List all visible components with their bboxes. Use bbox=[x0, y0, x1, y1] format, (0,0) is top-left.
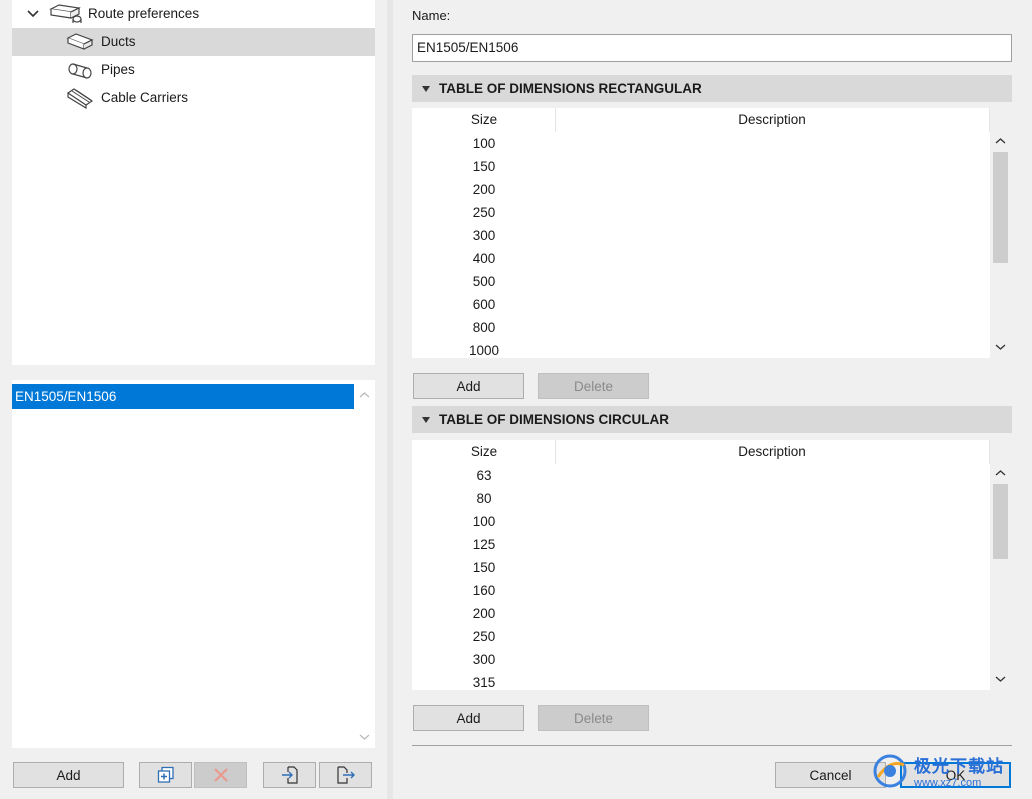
tree-item-label: Ducts bbox=[101, 34, 136, 49]
tree-root-label: Route preferences bbox=[88, 6, 200, 21]
section-header-circular[interactable]: TABLE OF DIMENSIONS CIRCULAR bbox=[412, 406, 1012, 433]
watermark-text: 极光下载站 www.xz7.com bbox=[914, 752, 1004, 789]
scroll-up-icon[interactable] bbox=[995, 136, 1006, 147]
circular-dimensions-table: Size Description 63 80 100 125 150 160 2… bbox=[412, 440, 990, 690]
delete-circular-row-button[interactable]: Delete bbox=[538, 705, 649, 731]
list-scrollbar[interactable] bbox=[354, 380, 375, 748]
route-tree: Route preferences Ducts Pipes Cable Carr… bbox=[12, 0, 375, 365]
rectangular-dimensions-table: Size Description 100 150 200 250 300 400… bbox=[412, 108, 990, 358]
chevron-down-icon[interactable] bbox=[26, 7, 40, 21]
table-row[interactable]: 200 bbox=[412, 178, 556, 201]
scroll-up-icon[interactable] bbox=[359, 390, 370, 401]
table-header: Size Description bbox=[412, 108, 990, 132]
watermark: 极光下载站 www.xz7.com bbox=[870, 748, 1030, 793]
scroll-down-icon[interactable] bbox=[359, 731, 370, 742]
tree-item-pipes[interactable]: Pipes bbox=[12, 56, 375, 84]
add-standard-button[interactable]: Add bbox=[13, 762, 124, 788]
import-icon bbox=[281, 766, 298, 784]
delete-rectangular-row-button[interactable]: Delete bbox=[538, 373, 649, 399]
watermark-title: 极光下载站 bbox=[914, 757, 1004, 776]
import-button[interactable] bbox=[263, 762, 316, 788]
table-row[interactable]: 100 bbox=[412, 510, 556, 533]
left-pane: Route preferences Ducts Pipes Cable Carr… bbox=[0, 0, 387, 799]
tree-item-cable-carriers[interactable]: Cable Carriers bbox=[12, 84, 375, 112]
export-icon bbox=[336, 766, 355, 784]
table-row[interactable]: 63 bbox=[412, 464, 556, 487]
scroll-down-icon[interactable] bbox=[995, 341, 1006, 352]
section-header-rectangular[interactable]: TABLE OF DIMENSIONS RECTANGULAR bbox=[412, 75, 1012, 102]
cable-carrier-icon bbox=[66, 88, 94, 109]
tree-item-route-preferences[interactable]: Route preferences bbox=[12, 0, 375, 28]
add-circular-row-button[interactable]: Add bbox=[413, 705, 524, 731]
name-label: Name: bbox=[412, 8, 451, 23]
table-row[interactable]: 125 bbox=[412, 533, 556, 556]
column-header-description[interactable]: Description bbox=[556, 108, 988, 132]
column-separator[interactable] bbox=[989, 440, 990, 464]
table-row[interactable]: 1000 bbox=[412, 339, 556, 358]
table-row[interactable]: 250 bbox=[412, 625, 556, 648]
section-title: TABLE OF DIMENSIONS RECTANGULAR bbox=[439, 81, 702, 96]
section-title: TABLE OF DIMENSIONS CIRCULAR bbox=[439, 412, 669, 427]
rectangular-table-scrollbar[interactable] bbox=[990, 130, 1011, 358]
watermark-url: www.xz7.com bbox=[914, 777, 982, 789]
table-row[interactable]: 160 bbox=[412, 579, 556, 602]
table-row[interactable]: 150 bbox=[412, 556, 556, 579]
watermark-logo-icon bbox=[873, 754, 907, 787]
delete-standard-button[interactable] bbox=[194, 762, 247, 788]
column-header-size[interactable]: Size bbox=[412, 108, 556, 132]
table-row[interactable]: 100 bbox=[412, 132, 556, 155]
scroll-up-icon[interactable] bbox=[995, 468, 1006, 479]
delete-icon bbox=[213, 768, 228, 782]
list-item[interactable]: EN1505/EN1506 bbox=[12, 384, 354, 409]
table-row[interactable]: 300 bbox=[412, 648, 556, 671]
duct-icon bbox=[66, 33, 94, 50]
table-row[interactable]: 800 bbox=[412, 316, 556, 339]
export-button[interactable] bbox=[319, 762, 372, 788]
table-row[interactable]: 500 bbox=[412, 270, 556, 293]
scroll-thumb[interactable] bbox=[993, 152, 1008, 263]
duplicate-button[interactable] bbox=[139, 762, 192, 788]
tree-item-ducts[interactable]: Ducts bbox=[12, 28, 375, 56]
duplicate-icon bbox=[157, 766, 174, 783]
add-rectangular-row-button[interactable]: Add bbox=[413, 373, 524, 399]
collapse-triangle-icon[interactable] bbox=[422, 416, 430, 423]
table-row[interactable]: 80 bbox=[412, 487, 556, 510]
route-preferences-icon bbox=[49, 4, 82, 23]
collapse-triangle-icon[interactable] bbox=[422, 85, 430, 92]
table-row[interactable]: 315 bbox=[412, 671, 556, 690]
table-row[interactable]: 600 bbox=[412, 293, 556, 316]
circular-table-scrollbar[interactable] bbox=[990, 462, 1011, 690]
column-header-size[interactable]: Size bbox=[412, 440, 556, 464]
name-input[interactable]: EN1505/EN1506 bbox=[412, 34, 1012, 62]
column-header-description[interactable]: Description bbox=[556, 440, 988, 464]
footer-divider bbox=[412, 745, 1012, 746]
table-row[interactable]: 200 bbox=[412, 602, 556, 625]
scroll-thumb[interactable] bbox=[993, 484, 1008, 559]
tree-item-label: Pipes bbox=[101, 62, 135, 77]
table-row[interactable]: 150 bbox=[412, 155, 556, 178]
tree-item-label: Cable Carriers bbox=[101, 90, 189, 105]
standards-list: EN1505/EN1506 bbox=[12, 380, 375, 748]
table-row[interactable]: 250 bbox=[412, 201, 556, 224]
table-header: Size Description bbox=[412, 440, 990, 464]
right-pane: Name: EN1505/EN1506 TABLE OF DIMENSIONS … bbox=[393, 0, 1032, 799]
scroll-down-icon[interactable] bbox=[995, 673, 1006, 684]
table-row[interactable]: 400 bbox=[412, 247, 556, 270]
table-row[interactable]: 300 bbox=[412, 224, 556, 247]
pipe-icon bbox=[68, 63, 92, 79]
column-separator[interactable] bbox=[989, 108, 990, 132]
